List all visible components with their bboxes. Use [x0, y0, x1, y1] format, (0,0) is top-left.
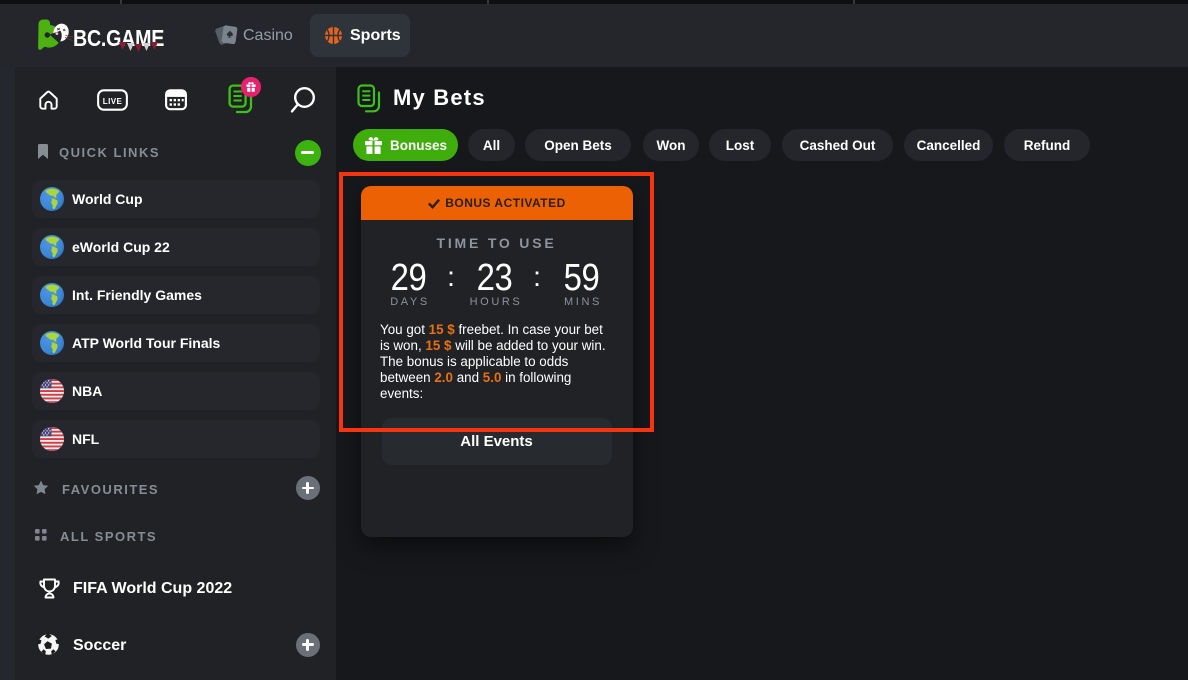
svg-text:LIVE: LIVE	[103, 97, 123, 106]
